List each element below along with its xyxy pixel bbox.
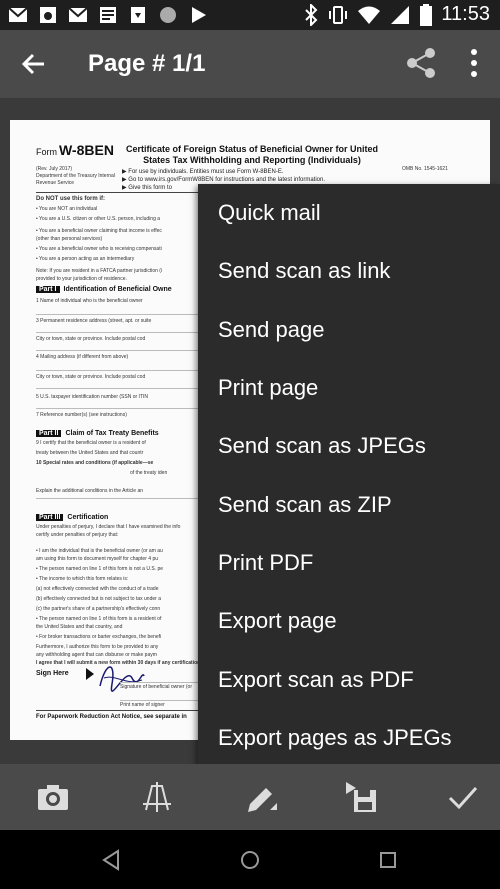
system-nav-bar [0, 830, 500, 889]
footer-note: For Paperwork Reduction Act Notice, see … [36, 714, 187, 720]
play-store-icon [192, 7, 206, 23]
part-3-header: Part III Certification [36, 514, 108, 521]
newsfeed-icon [100, 7, 116, 23]
bullet-line: • You are a person acting as an intermed… [36, 256, 135, 262]
bottom-toolbar [0, 764, 500, 830]
form-line: certify under penalties of perjury that: [36, 532, 119, 538]
bullet-line: • You are a beneficial owner who is rece… [36, 246, 162, 252]
form-line: 4 Mailing address (if different from abo… [36, 354, 129, 360]
more-vertical-icon[interactable] [462, 46, 486, 80]
menu-item-send-scan-as-link[interactable]: Send scan as link [198, 242, 500, 300]
form-line: (b) effectively connected but is not sub… [36, 596, 161, 602]
form-line: of the treaty iden [130, 470, 168, 476]
bullet-line: provided to your jurisdiction of residen… [36, 276, 127, 282]
signal-icon [391, 5, 410, 24]
menu-item-quick-mail[interactable]: Quick mail [198, 184, 500, 242]
form-line: • I am the individual that is the benefi… [36, 548, 163, 554]
vibrate-icon [329, 5, 348, 24]
app-bar: Page # 1/1 [0, 30, 500, 98]
sign-here-label: Sign Here [36, 670, 69, 677]
status-bar: 11:53 [0, 0, 500, 30]
form-line: 7 Reference number(s) (see instructions) [36, 412, 127, 418]
print-name-caption: Print name of signer [120, 702, 165, 708]
battery-icon [420, 3, 433, 26]
notification-icons [8, 5, 208, 25]
form-line: • The person named on line 1 of this for… [36, 566, 164, 572]
form-line: 5 U.S. taxpayer identification number (S… [36, 394, 148, 400]
menu-item-send-scan-as-jpegs[interactable]: Send scan as JPEGs [198, 417, 500, 475]
form-line: Furthermore, I authorize this form to be… [36, 644, 159, 650]
system-icons: 11:53 [303, 3, 490, 26]
page-title: Page # 1/1 [88, 50, 206, 77]
menu-item-send-scan-as-zip[interactable]: Send scan as ZIP [198, 476, 500, 534]
form-line: 1 Name of individual who is the benefici… [36, 298, 143, 304]
form-line: City or town, state or province. Include… [36, 374, 146, 380]
check-icon[interactable] [446, 780, 480, 814]
omb-number: OMB No. 1545-1621 [402, 166, 448, 172]
part-2-header: Part II Claim of Tax Treaty Benefits [36, 430, 159, 437]
home-circle-icon[interactable] [238, 848, 262, 872]
bullet-line: (other than personal services) [36, 236, 103, 242]
bullet-line: • You are a beneficial owner claiming th… [36, 228, 162, 234]
form-meta: (Rev. July 2017) Department of the Treas… [36, 166, 115, 186]
form-line: Explain the additional conditions in the… [36, 488, 144, 494]
menu-item-print-page[interactable]: Print page [198, 359, 500, 417]
menu-item-print-pdf[interactable]: Print PDF [198, 534, 500, 592]
bullet-line: • You are a U.S. citizen or other U.S. p… [36, 216, 161, 222]
download-icon [131, 7, 145, 23]
save-icon[interactable] [344, 780, 378, 814]
share-icon[interactable] [404, 46, 438, 80]
circle-icon [160, 7, 176, 23]
menu-item-send-page[interactable]: Send page [198, 301, 500, 359]
bullet-line: Note: If you are resident in a FATCA par… [36, 268, 163, 274]
overflow-menu: Quick mail Send scan as link Send page P… [198, 184, 500, 768]
form-line: treaty between the United States and tha… [36, 450, 144, 456]
arrow-left-icon[interactable] [18, 48, 50, 80]
clock: 11:53 [441, 3, 490, 25]
form-line: 9 I certify that the beneficial owner is… [36, 440, 146, 446]
crop-icon[interactable] [140, 780, 174, 814]
form-line: Under penalties of perjury, I declare th… [36, 524, 181, 530]
form-line: (a) not effectively connected with the c… [36, 586, 159, 592]
menu-item-export-page[interactable]: Export page [198, 592, 500, 650]
wifi-icon [358, 6, 381, 24]
camera-icon[interactable] [36, 780, 70, 814]
part-1-header: Part I Identification of Beneficial Owne [36, 286, 172, 293]
back-triangle-icon[interactable] [100, 848, 124, 872]
signature-caption: Signature of beneficial owner (or [120, 684, 192, 690]
form-line: (c) the partner's share of a partnership… [36, 606, 161, 612]
photos-icon [40, 7, 56, 23]
mail-icon [8, 7, 28, 22]
pen-icon[interactable] [244, 780, 278, 814]
do-not-use: Do NOT use this form if: [36, 196, 105, 202]
form-title: Certificate of Foreign Status of Benefic… [125, 144, 379, 165]
bullet-line: • You are NOT an individual [36, 206, 98, 212]
form-line: • For broker transactions or barter exch… [36, 634, 162, 640]
form-line: the United States and that country, and [36, 624, 123, 630]
form-line: City or town, state or province. Include… [36, 336, 146, 342]
form-line: • The person named on line 1 of this for… [36, 616, 162, 622]
recents-square-icon[interactable] [376, 848, 400, 872]
signature-icon [86, 666, 145, 692]
form-line: 3 Permanent residence address (street, a… [36, 318, 152, 324]
form-line: 10 Special rates and conditions (if appl… [36, 460, 154, 466]
menu-item-export-pages-as-jpegs[interactable]: Export pages as JPEGs [198, 709, 500, 767]
form-line: • The income to which this form relates … [36, 576, 129, 582]
form-id: Form W-8BEN [36, 142, 114, 158]
menu-item-export-scan-as-pdf[interactable]: Export scan as PDF [198, 651, 500, 709]
bluetooth-icon [305, 3, 318, 26]
form-line: am using this form to document myself fo… [36, 556, 158, 562]
mail-icon [68, 7, 88, 22]
